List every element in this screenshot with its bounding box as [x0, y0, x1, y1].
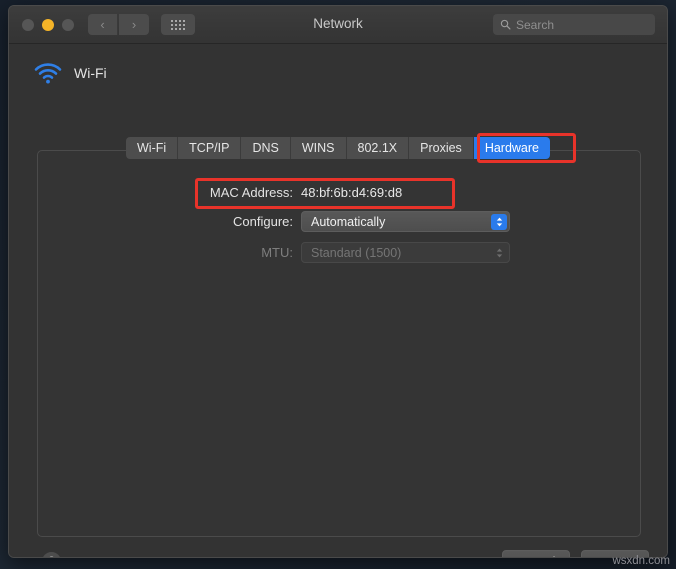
tab-proxies[interactable]: Proxies [409, 137, 474, 159]
cancel-button[interactable]: Cancel [502, 550, 570, 557]
search-icon [500, 19, 511, 30]
mtu-popup-button: Standard (1500) [301, 242, 510, 263]
mac-address-label: MAC Address: [209, 185, 293, 200]
tab-hardware[interactable]: Hardware [473, 137, 550, 159]
window-titlebar: ‹ › Network [9, 6, 667, 44]
configure-row: Configure: Automatically [9, 211, 667, 232]
mtu-label: MTU: [261, 245, 293, 260]
tab-wins[interactable]: WINS [290, 137, 347, 159]
mac-address-row: MAC Address: 48:bf:6b:d4:69:d8 [9, 185, 667, 200]
tab-wifi[interactable]: Wi-Fi [126, 137, 179, 159]
mac-address-value: 48:bf:6b:d4:69:d8 [301, 185, 403, 200]
search-field[interactable] [493, 14, 655, 35]
tab-tcpip[interactable]: TCP/IP [178, 137, 242, 159]
chevron-updown-icon-disabled [491, 245, 507, 261]
configure-label: Configure: [233, 214, 293, 229]
desktop-background: ‹ › Network Search Wi-Fi Wi-Fi TCP/IP DN… [0, 0, 676, 569]
mtu-row: MTU: Standard (1500) [9, 242, 667, 263]
tab-dns[interactable]: DNS [241, 137, 291, 159]
watermark: wsxdn.com [612, 555, 670, 567]
tab-bar: Wi-Fi TCP/IP DNS WINS 802.1X Proxies Har… [9, 137, 667, 159]
mtu-value: Standard (1500) [311, 245, 402, 260]
wifi-icon [34, 63, 62, 84]
chevron-updown-icon[interactable] [491, 213, 507, 230]
network-preferences-window: ‹ › Network Search Wi-Fi Wi-Fi TCP/IP DN… [8, 5, 668, 558]
service-name: Wi-Fi [74, 65, 107, 81]
help-button[interactable]: ? [42, 552, 61, 557]
configure-popup-button[interactable]: Automatically [301, 211, 510, 232]
settings-panel [37, 150, 641, 537]
search-input[interactable] [516, 17, 636, 32]
configure-value: Automatically [311, 214, 386, 229]
service-header: Wi-Fi [33, 62, 107, 84]
tab-8021x[interactable]: 802.1X [346, 137, 410, 159]
window-body: Wi-Fi Wi-Fi TCP/IP DNS WINS 802.1X Proxi… [9, 44, 667, 557]
